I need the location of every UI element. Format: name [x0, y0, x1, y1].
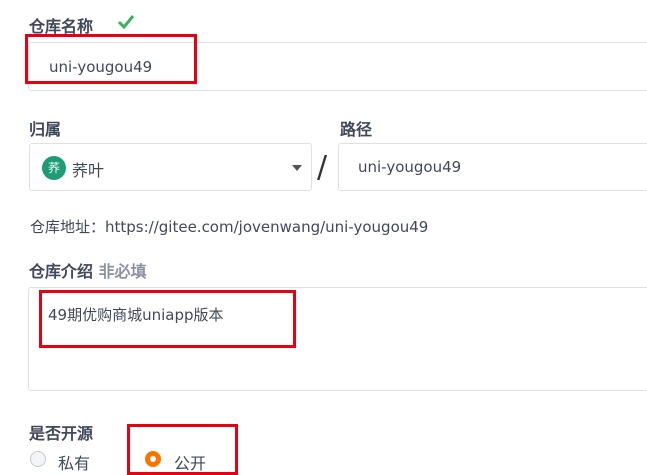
owner-label: 归属: [29, 120, 62, 139]
repo-name-input[interactable]: uni-yougou49: [28, 42, 647, 91]
visibility-label: 是否开源: [29, 424, 94, 443]
caret-down-icon: [292, 165, 302, 171]
repo-address: 仓库地址：https://gitee.com/jovenwang/uni-you…: [30, 218, 429, 236]
description-label: 仓库介绍 非必填: [29, 258, 147, 282]
owner-select[interactable]: 荞 荞叶: [29, 143, 312, 191]
repo-name-value: uni-yougou49: [49, 58, 153, 76]
check-icon: [117, 15, 135, 30]
avatar: 荞: [42, 156, 66, 180]
path-value: uni-yougou49: [358, 158, 462, 176]
optional-hint: 非必填: [98, 262, 147, 281]
radio-public[interactable]: [145, 451, 161, 467]
radio-private-label[interactable]: 私有: [58, 450, 90, 474]
repo-name-label: 仓库名称: [29, 17, 94, 36]
owner-value: 荞叶: [72, 161, 105, 180]
radio-public-label[interactable]: 公开: [174, 450, 206, 474]
description-textarea[interactable]: 49期优购商城uniapp版本: [28, 287, 647, 391]
description-value: 49期优购商城uniapp版本: [48, 306, 224, 324]
path-input[interactable]: uni-yougou49: [338, 143, 647, 191]
description-label-text: 仓库介绍: [29, 262, 94, 281]
path-separator: /: [317, 150, 328, 185]
radio-private[interactable]: [30, 451, 46, 467]
path-label: 路径: [340, 120, 373, 139]
